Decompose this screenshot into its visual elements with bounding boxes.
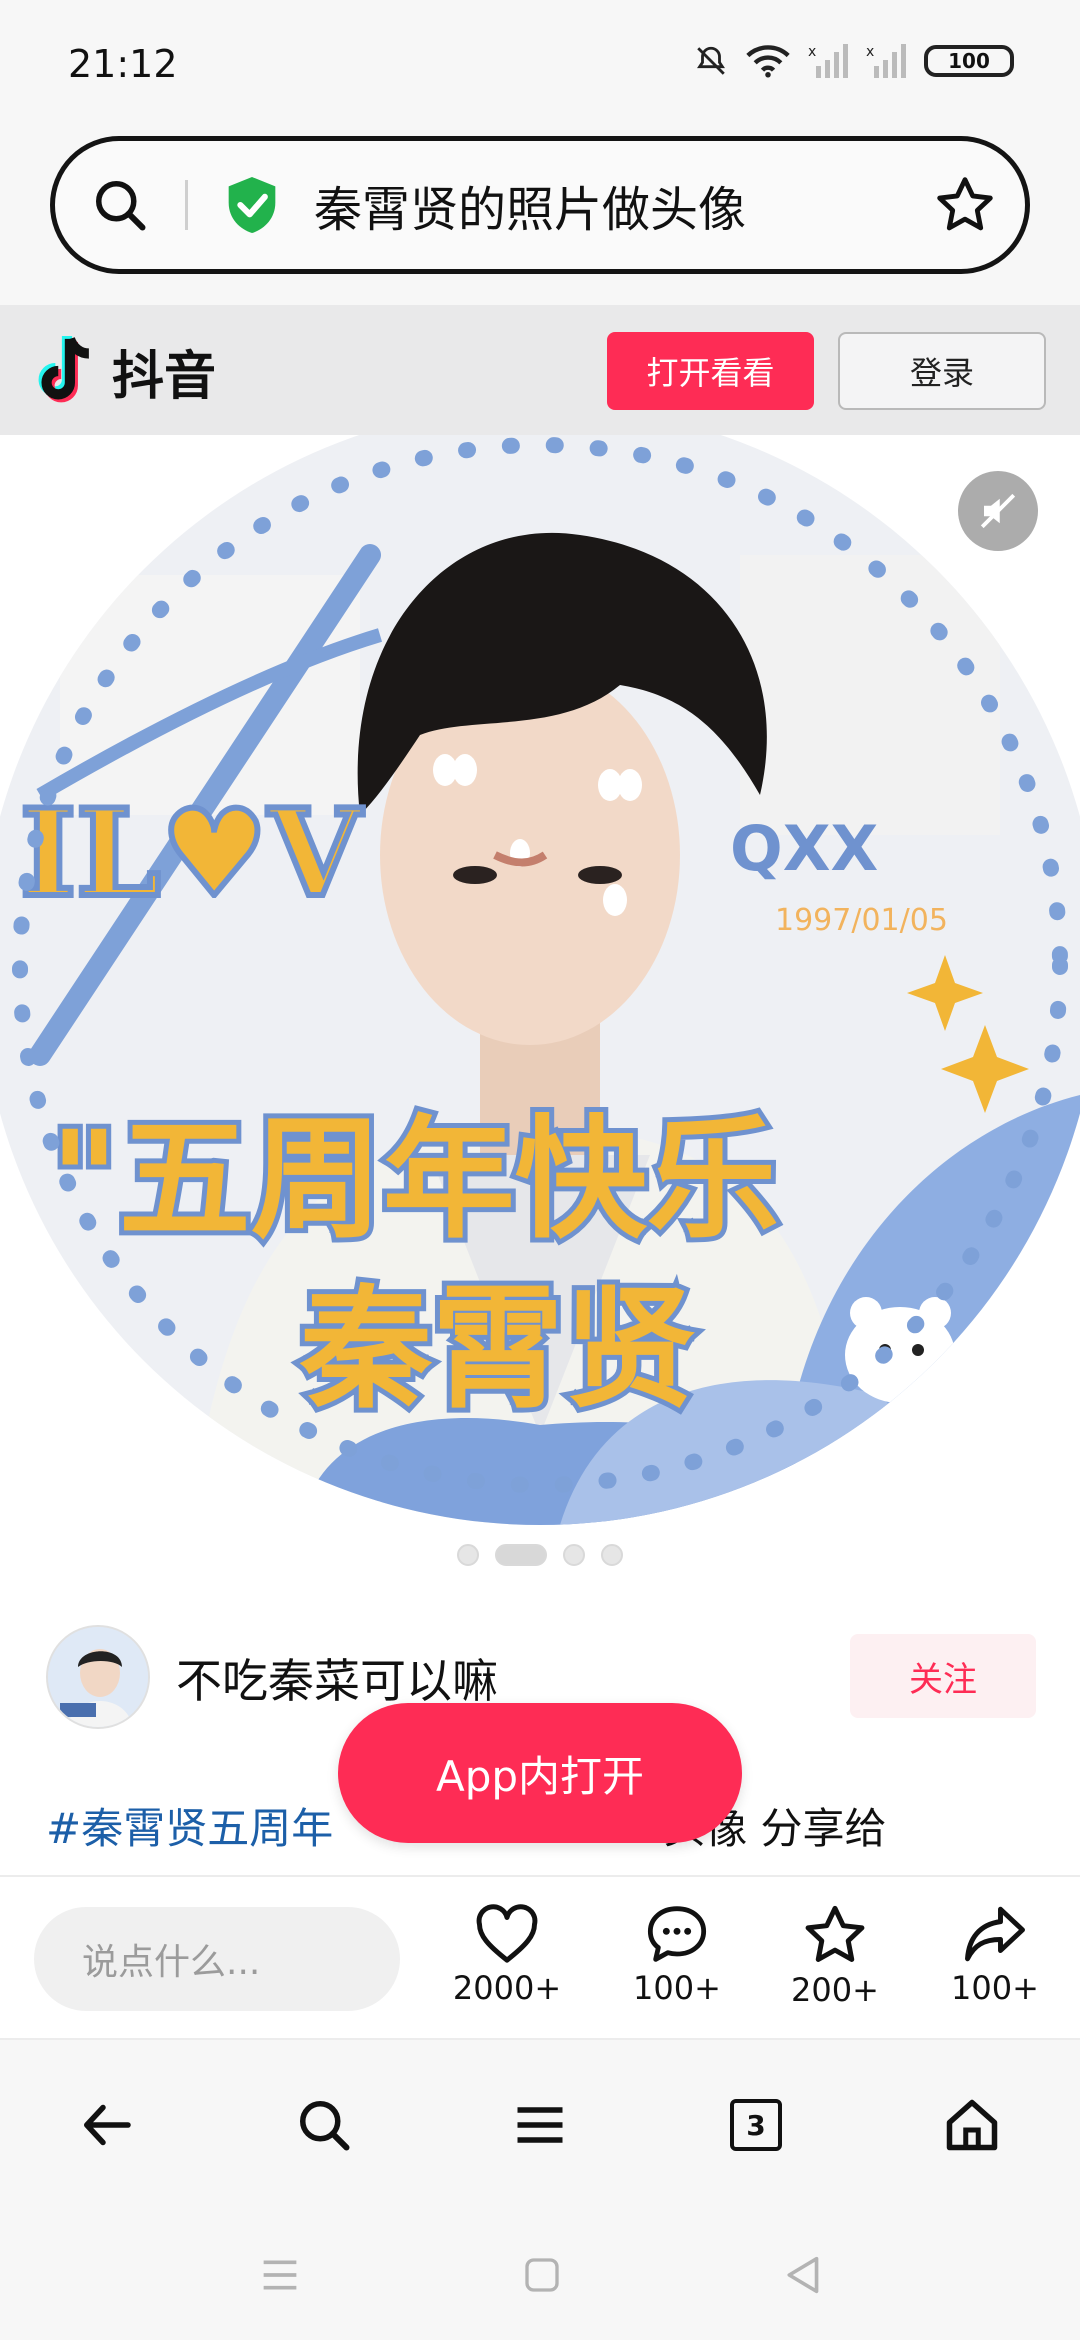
like-count: 2000+ <box>452 1969 562 2007</box>
comment-input[interactable]: 说点什么... <box>34 1907 400 2011</box>
battery-indicator: 100 <box>924 45 1014 77</box>
home-square-icon[interactable] <box>522 2255 562 2295</box>
favorite-action[interactable]: 200+ <box>760 1903 910 2009</box>
favorite-star-icon <box>805 1905 865 1962</box>
author-name[interactable]: 不吃秦菜可以嘛 <box>176 1645 498 1711</box>
douyin-header: 抖音 打开看看 登录 <box>0 305 1080 435</box>
open-in-app-button[interactable]: 打开看看 <box>607 332 814 410</box>
author-avatar[interactable] <box>46 1625 150 1729</box>
comment-bubble-icon <box>647 1906 707 1962</box>
svg-text:QXX: QXX <box>730 812 878 885</box>
status-bar: 21:12 x x 100 <box>0 0 1080 130</box>
back-triangle-icon[interactable] <box>782 2253 822 2297</box>
recent-apps-icon[interactable] <box>258 2255 302 2295</box>
system-navigation-bar <box>0 2210 1080 2340</box>
hamburger-menu-icon <box>517 2107 563 2143</box>
page-dot-active[interactable] <box>495 1544 547 1566</box>
speaker-muted-icon <box>980 493 1016 529</box>
svg-text:IL♥V: IL♥V <box>20 783 363 924</box>
heart-icon <box>476 1904 538 1963</box>
url-field[interactable]: 秦霄贤的照片做头像 <box>50 136 1030 274</box>
hashtag-link[interactable]: #秦霄贤五周年 <box>46 1804 333 1853</box>
tabs-button[interactable]: 3 <box>706 2075 806 2175</box>
comment-action[interactable]: 100+ <box>602 1903 752 2007</box>
home-button[interactable] <box>922 2075 1022 2175</box>
favorite-count: 200+ <box>791 1971 879 2009</box>
search-icon[interactable] <box>55 141 185 269</box>
page-dot[interactable] <box>601 1544 623 1566</box>
wifi-icon <box>746 45 790 78</box>
bookmark-star-icon[interactable] <box>905 173 1025 237</box>
browser-bottom-nav: 3 <box>0 2040 1080 2210</box>
share-arrow-icon <box>965 1906 1025 1962</box>
status-time: 21:12 <box>68 42 178 86</box>
page-dot[interactable] <box>563 1544 585 1566</box>
page-dot[interactable] <box>457 1544 479 1566</box>
share-action[interactable]: 100+ <box>920 1903 1070 2007</box>
douyin-logo[interactable]: 抖音 <box>32 333 216 409</box>
action-bar: 说点什么... 2000+ 100+ 200+ 100+ <box>0 1875 1080 2040</box>
url-divider <box>185 180 188 230</box>
signal-icon-2: x <box>866 44 906 78</box>
image-pagination <box>0 1544 1080 1566</box>
login-button[interactable]: 登录 <box>838 332 1046 410</box>
back-button[interactable] <box>58 2075 158 2175</box>
douyin-logo-icon <box>38 335 90 403</box>
mute-bell-icon <box>697 46 725 75</box>
mute-button[interactable] <box>958 471 1038 551</box>
svg-text:x: x <box>808 44 816 60</box>
home-icon <box>946 2099 998 2151</box>
share-count: 100+ <box>951 1969 1039 2007</box>
like-action[interactable]: 2000+ <box>432 1903 582 2007</box>
post-image-artwork: IL♥V QXX 1997/01/05 "五周年快乐 秦霄贤 <box>0 435 1080 1525</box>
status-icons: x x 100 <box>694 44 1014 78</box>
follow-button[interactable]: 关注 <box>850 1634 1036 1718</box>
svg-text:"五周年快乐: "五周年快乐 <box>50 1103 779 1257</box>
post-image[interactable]: IL♥V QXX 1997/01/05 "五周年快乐 秦霄贤 <box>0 435 1080 1525</box>
back-arrow-icon <box>84 2104 131 2146</box>
security-shield-icon <box>228 177 276 233</box>
tab-count: 3 <box>730 2099 782 2151</box>
comment-count: 100+ <box>633 1969 721 2007</box>
search-icon <box>300 2101 350 2151</box>
url-text[interactable]: 秦霄贤的照片做头像 <box>314 170 905 240</box>
browser-address-bar: 秦霄贤的照片做头像 <box>0 130 1080 305</box>
open-in-app-floating-button[interactable]: App内打开 <box>338 1703 742 1843</box>
svg-text:1997/01/05: 1997/01/05 <box>775 903 948 938</box>
svg-text:x: x <box>866 44 874 60</box>
search-nav-button[interactable] <box>274 2075 374 2175</box>
logo-text: 抖音 <box>112 346 217 407</box>
menu-button[interactable] <box>490 2075 590 2175</box>
svg-text:秦霄贤: 秦霄贤 <box>299 1273 696 1427</box>
signal-icon-1: x <box>808 44 848 78</box>
